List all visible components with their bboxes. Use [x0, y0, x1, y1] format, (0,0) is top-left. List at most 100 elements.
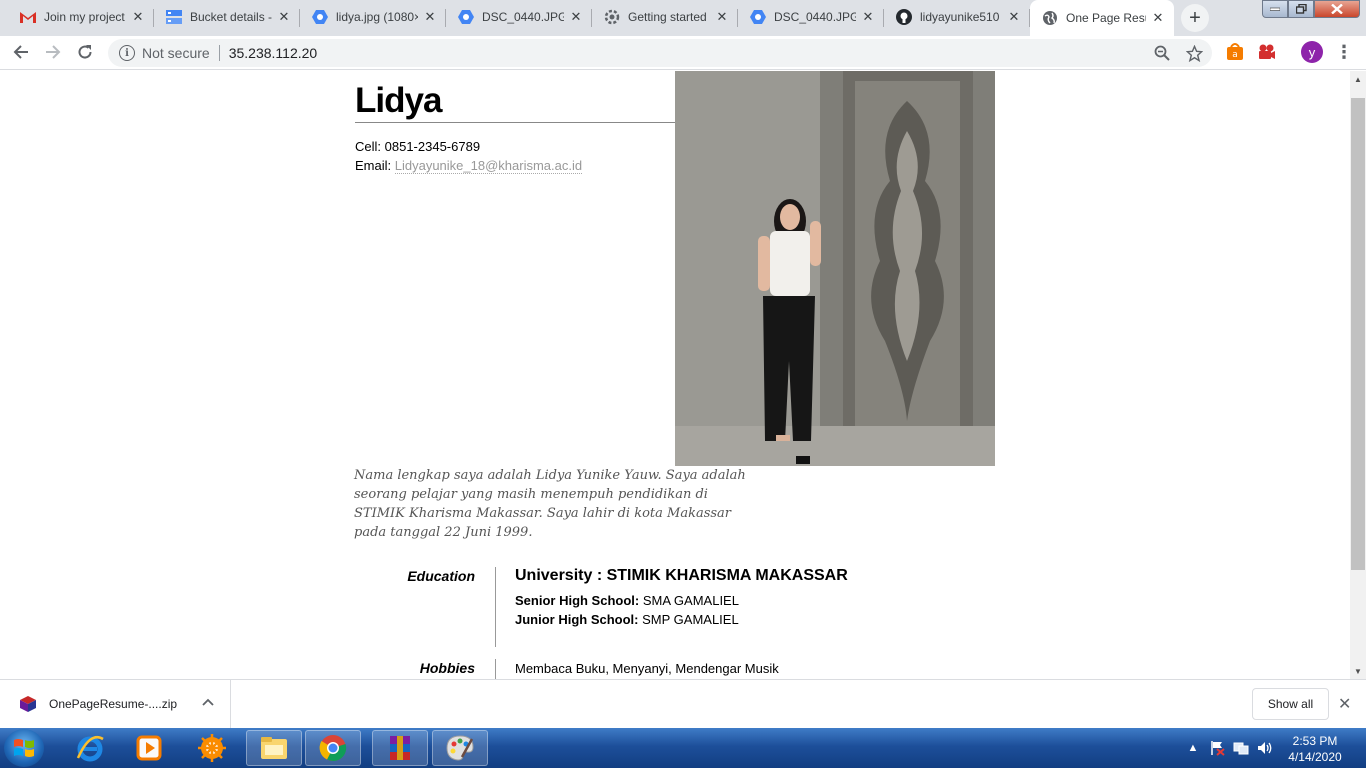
- system-clock[interactable]: 2:53 PM 4/14/2020: [1280, 733, 1350, 765]
- education-divider: [495, 567, 496, 647]
- scroll-down-arrow-icon[interactable]: ▼: [1350, 663, 1366, 679]
- tab-dsc-0440-b[interactable]: DSC_0440.JPG ( ✕: [738, 0, 884, 34]
- cell-number: 0851-2345-6789: [384, 139, 481, 154]
- cell-line: Cell: 0851-2345-6789: [355, 137, 582, 156]
- tab-gmail[interactable]: Join my project ✕: [8, 0, 154, 34]
- tab-bucket-details[interactable]: Bucket details - ✕: [154, 0, 300, 34]
- education-label: Education: [407, 568, 475, 584]
- media-player-icon: [136, 735, 162, 761]
- page-viewport: Lidya Cell: 0851-2345-6789 Email: Lidyay…: [0, 71, 1350, 679]
- tab-title: Getting started: [628, 10, 707, 24]
- url-text[interactable]: 35.238.112.20: [229, 45, 318, 61]
- back-button[interactable]: [7, 38, 35, 66]
- email-link[interactable]: Lidyayunike_18@kharisma.ac.id: [394, 158, 583, 174]
- scroll-thumb[interactable]: [1351, 98, 1365, 570]
- tab-title: DSC_0440.JPG (: [482, 10, 564, 24]
- close-icon[interactable]: ✕: [714, 9, 730, 25]
- hobbies-value: Membaca Buku, Menyanyi, Mendengar Musik: [515, 661, 779, 676]
- action-center-flag-icon[interactable]: [1209, 740, 1225, 756]
- address-bar[interactable]: i Not secure 35.238.112.20: [108, 39, 1212, 67]
- svg-text:a: a: [1232, 50, 1238, 60]
- email-line: Email: Lidyayunike_18@kharisma.ac.id: [355, 156, 583, 175]
- omnibox-divider: [218, 45, 220, 61]
- taskbar-explorer[interactable]: [246, 730, 302, 766]
- download-file-name: OnePageResume-....zip: [49, 697, 178, 711]
- minimize-button[interactable]: [1262, 0, 1288, 18]
- close-icon[interactable]: ✕: [422, 9, 438, 25]
- download-shelf: OnePageResume-....zip Show all ✕: [0, 679, 1366, 728]
- clock-time: 2:53 PM: [1292, 734, 1338, 748]
- clock-date: 4/14/2020: [1288, 750, 1342, 764]
- restore-button[interactable]: [1288, 0, 1314, 18]
- taskbar-chrome[interactable]: [305, 730, 361, 766]
- resume-name: Lidya: [355, 81, 442, 120]
- gcp-storage-icon: [166, 9, 182, 25]
- reload-button[interactable]: [71, 38, 99, 66]
- close-icon[interactable]: ✕: [1150, 10, 1166, 26]
- chrome-icon: [319, 735, 347, 762]
- arrow-left-icon: [13, 45, 28, 59]
- taskbar-ie[interactable]: [62, 730, 118, 766]
- tab-lidya-jpg[interactable]: lidya.jpg (1080× ✕: [300, 0, 446, 34]
- senior-high-line: Senior High School: SMA GAMALIEL: [515, 593, 739, 608]
- scroll-up-arrow-icon[interactable]: ▲: [1350, 71, 1366, 87]
- chevron-up-icon[interactable]: [202, 695, 214, 709]
- paint-palette-icon: [446, 735, 474, 761]
- extension-camera-icon[interactable]: [1257, 42, 1277, 62]
- close-window-button[interactable]: [1314, 0, 1360, 18]
- tab-title: lidya.jpg (1080×: [336, 10, 418, 24]
- university-heading: University : STIMIK KHARISMA MAKASSAR: [515, 567, 848, 584]
- taskbar-paint[interactable]: [432, 730, 488, 766]
- gcp-icon: [458, 9, 474, 25]
- new-tab-button[interactable]: +: [1181, 4, 1209, 32]
- show-hidden-icons-icon[interactable]: ▲: [1185, 740, 1201, 756]
- tab-one-page-resume[interactable]: One Page Resu ✕: [1030, 0, 1174, 36]
- profile-avatar[interactable]: y: [1301, 41, 1323, 63]
- zoom-icon[interactable]: [1152, 43, 1172, 63]
- tab-github[interactable]: lidyayunike510 ✕: [884, 0, 1030, 34]
- network-icon[interactable]: [1233, 740, 1249, 756]
- winrar-file-icon: [20, 696, 36, 712]
- security-label[interactable]: Not secure: [142, 45, 210, 61]
- folder-icon: [261, 737, 287, 759]
- junior-high-line: Junior High School: SMP GAMALIEL: [515, 612, 739, 627]
- tab-dsc-0440-a[interactable]: DSC_0440.JPG ( ✕: [446, 0, 592, 34]
- hobbies-label: Hobbies: [419, 660, 475, 676]
- taskbar-helm-app[interactable]: [184, 730, 240, 766]
- tab-title: One Page Resu: [1066, 11, 1146, 25]
- close-shelf-icon[interactable]: ✕: [1338, 694, 1351, 714]
- forward-button[interactable]: [39, 38, 67, 66]
- volume-icon[interactable]: [1257, 740, 1273, 756]
- github-icon: [896, 9, 912, 25]
- gear-icon: [604, 9, 620, 25]
- gcp-icon: [750, 9, 766, 25]
- close-icon[interactable]: ✕: [276, 9, 292, 25]
- info-icon[interactable]: i: [119, 45, 135, 61]
- gcp-icon: [312, 9, 328, 25]
- close-icon[interactable]: ✕: [130, 9, 146, 25]
- senior-high-value: SMA GAMALIEL: [642, 593, 739, 608]
- profile-photo: [675, 71, 995, 466]
- bookmark-star-icon[interactable]: [1184, 43, 1204, 63]
- close-icon[interactable]: ✕: [1006, 9, 1022, 25]
- internet-explorer-icon: [76, 735, 104, 762]
- download-item[interactable]: OnePageResume-....zip: [0, 680, 231, 728]
- tab-getting-started[interactable]: Getting started ✕: [592, 0, 738, 34]
- more-menu-icon[interactable]: ⋮: [1335, 41, 1353, 63]
- taskbar-winrar[interactable]: [372, 730, 428, 766]
- vertical-scrollbar[interactable]: ▲ ▼: [1350, 71, 1366, 679]
- winrar-icon: [390, 736, 410, 760]
- start-button[interactable]: [4, 729, 44, 767]
- show-all-button[interactable]: Show all: [1252, 688, 1329, 720]
- extension-shopping-icon[interactable]: a: [1225, 42, 1245, 62]
- email-label: Email:: [355, 158, 392, 173]
- senior-high-label: Senior High School:: [515, 593, 640, 608]
- close-icon[interactable]: ✕: [860, 9, 876, 25]
- tab-strip: Join my project ✕ Bucket details - ✕ lid…: [0, 0, 1366, 36]
- bio-paragraph: Nama lengkap saya adalah Lidya Yunike Ya…: [354, 468, 746, 540]
- arrow-right-icon: [46, 45, 61, 59]
- taskbar-media-player[interactable]: [121, 730, 177, 766]
- junior-high-value: SMP GAMALIEL: [642, 612, 739, 627]
- close-icon[interactable]: ✕: [568, 9, 584, 25]
- gmail-icon: [20, 9, 36, 25]
